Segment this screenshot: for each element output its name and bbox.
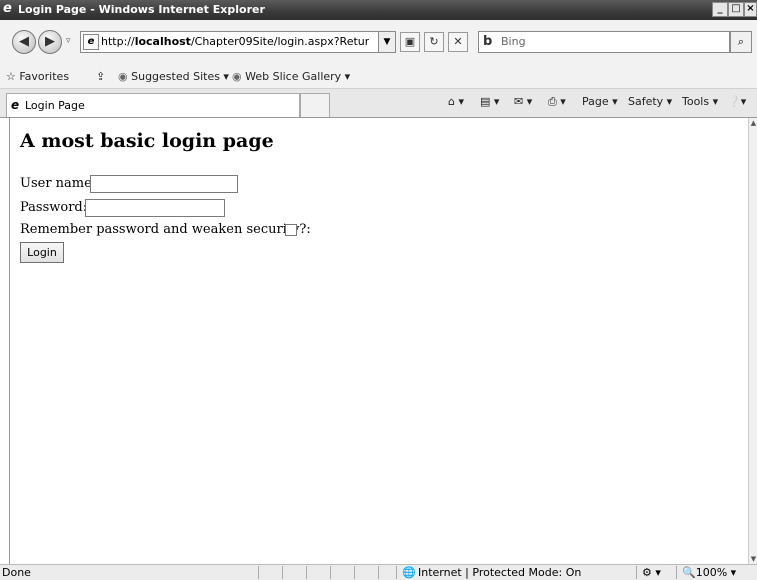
bing-icon: b	[483, 34, 493, 49]
scroll-down-icon[interactable]: ▼	[749, 554, 757, 564]
add-favorites-icon[interactable]: ⇪	[96, 70, 105, 83]
password-input[interactable]	[85, 199, 225, 217]
new-tab-button[interactable]	[300, 93, 330, 117]
maximize-button[interactable]: □	[728, 2, 744, 17]
scroll-up-icon[interactable]: ▲	[749, 118, 757, 128]
username-label: User name:	[20, 176, 97, 191]
username-input[interactable]	[90, 175, 238, 193]
feeds-button[interactable]: ▤ ▾	[480, 95, 499, 108]
tab-label: Login Page	[25, 99, 85, 112]
suggested-sites-link[interactable]: ◉ Suggested Sites ▾	[118, 70, 229, 83]
help-button[interactable]: ❔▾	[727, 95, 746, 108]
search-button[interactable]: ⌕	[730, 31, 752, 53]
page-tab-icon: e	[11, 98, 20, 112]
remember-label: Remember password and weaken security?:	[20, 222, 311, 237]
page-menu[interactable]: Page ▾	[582, 95, 618, 108]
search-box[interactable]: b Bing	[478, 31, 730, 53]
zoom-control[interactable]: 🔍100% ▾	[682, 566, 736, 579]
tab-login-page[interactable]: e Login Page	[6, 93, 300, 117]
login-button[interactable]: Login	[20, 242, 64, 263]
mail-button[interactable]: ✉ ▾	[514, 95, 532, 108]
address-url: http://localhost/Chapter09Site/login.asp…	[101, 35, 369, 48]
globe-icon: 🌐	[402, 566, 416, 579]
close-button[interactable]: ×	[744, 2, 757, 17]
tools-menu[interactable]: Tools ▾	[682, 95, 718, 108]
safety-menu[interactable]: Safety ▾	[628, 95, 672, 108]
security-zone: Internet | Protected Mode: On	[418, 566, 582, 579]
page-icon: e	[83, 34, 99, 50]
window-title: Login Page - Windows Internet Explorer	[18, 3, 265, 16]
print-button[interactable]: ⎙ ▾	[548, 95, 566, 109]
refresh-button[interactable]: ↻	[424, 32, 444, 52]
home-button[interactable]: ⌂ ▾	[448, 95, 464, 108]
stop-button[interactable]: ✕	[448, 32, 468, 52]
remember-checkbox[interactable]	[285, 224, 297, 236]
web-slice-gallery-link[interactable]: ◉ Web Slice Gallery ▾	[232, 70, 350, 83]
ie-logo-icon: e	[3, 1, 12, 16]
forward-button[interactable]: ▶	[38, 30, 62, 54]
status-bar: Done 🌐 Internet | Protected Mode: On ⚙ ▾…	[0, 564, 757, 580]
back-button[interactable]: ◀	[12, 30, 36, 54]
title-bar: e Login Page - Windows Internet Explorer…	[0, 0, 757, 20]
favorites-button[interactable]: ☆ Favorites	[6, 70, 69, 83]
recent-pages-dropdown[interactable]: ▿	[66, 36, 71, 46]
address-bar[interactable]: e http://localhost/Chapter09Site/login.a…	[80, 31, 396, 53]
password-label: Password:	[20, 200, 88, 215]
vertical-scrollbar[interactable]: ▲ ▼	[748, 118, 757, 564]
address-dropdown-button[interactable]: ▼	[378, 32, 395, 52]
compatibility-view-button[interactable]: ▣	[400, 32, 420, 52]
search-placeholder: Bing	[501, 35, 526, 48]
minimize-button[interactable]: _	[712, 2, 728, 17]
status-text: Done	[2, 566, 31, 579]
protected-mode-icon[interactable]: ⚙ ▾	[642, 566, 661, 579]
favorites-bar: ☆ Favorites ⇪ ◉ Suggested Sites ▾ ◉ Web …	[0, 64, 757, 89]
page-heading: A most basic login page	[20, 130, 274, 152]
